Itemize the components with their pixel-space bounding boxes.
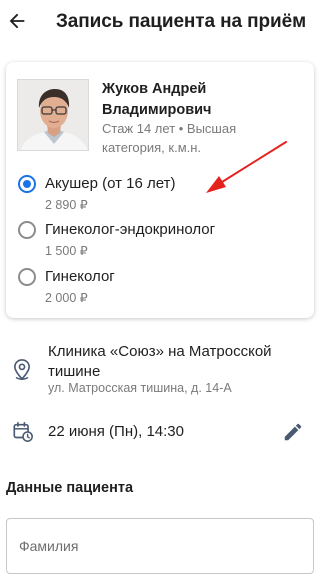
service-option-gynecologist-endocrinologist[interactable]: Гинеколог-эндокринолог 1 500 ₽ — [18, 219, 298, 263]
service-name: Гинеколог-эндокринолог — [45, 221, 216, 238]
pencil-icon[interactable] — [282, 421, 304, 443]
clinic-address: ул. Матросская тишина, д. 14-А — [48, 381, 232, 395]
service-name: Акушер (от 16 лет) — [45, 175, 176, 192]
service-option-gynecologist[interactable]: Гинеколог 2 000 ₽ — [18, 266, 298, 310]
service-price: 2 000 ₽ — [45, 291, 88, 305]
app-header: Запись пациента на приём — [0, 0, 322, 46]
surname-input[interactable] — [19, 535, 299, 557]
clinic-name: Клиника «Союз» на Матросской тишине — [48, 343, 272, 380]
service-price: 1 500 ₽ — [45, 244, 88, 258]
doctor-experience: Стаж 14 лет • Высшая категория, к.м.н. — [102, 121, 237, 155]
doctor-photo — [18, 80, 88, 150]
radio-button-selected[interactable] — [18, 175, 36, 193]
radio-button[interactable] — [18, 221, 36, 239]
page-title: Запись пациента на приём — [56, 11, 307, 32]
patient-data-heading: Данные пациента — [6, 480, 134, 496]
appointment-datetime: 22 июня (Пн), 14:30 — [0, 418, 322, 448]
appointment-screen: Запись пациента на приём Жуков Андрей Вл… — [0, 0, 322, 584]
clinic-info: Клиника «Союз» на Матросской тишине ул. … — [0, 340, 322, 400]
calendar-clock-icon — [13, 422, 33, 442]
arrow-left-icon[interactable] — [6, 10, 28, 32]
map-pin-icon — [14, 359, 30, 381]
doctor-name: Жуков Андрей Владимирович — [102, 81, 212, 118]
service-price: 2 890 ₽ — [45, 198, 88, 212]
doctor-avatar — [17, 79, 89, 151]
appointment-date-time: 22 июня (Пн), 14:30 — [48, 423, 184, 440]
surname-field[interactable] — [6, 518, 314, 574]
service-name: Гинеколог — [45, 268, 115, 285]
radio-button[interactable] — [18, 268, 36, 286]
doctor-card: Жуков Андрей Владимирович Стаж 14 лет • … — [6, 62, 314, 318]
service-option-obstetrician[interactable]: Акушер (от 16 лет) 2 890 ₽ — [18, 173, 298, 217]
